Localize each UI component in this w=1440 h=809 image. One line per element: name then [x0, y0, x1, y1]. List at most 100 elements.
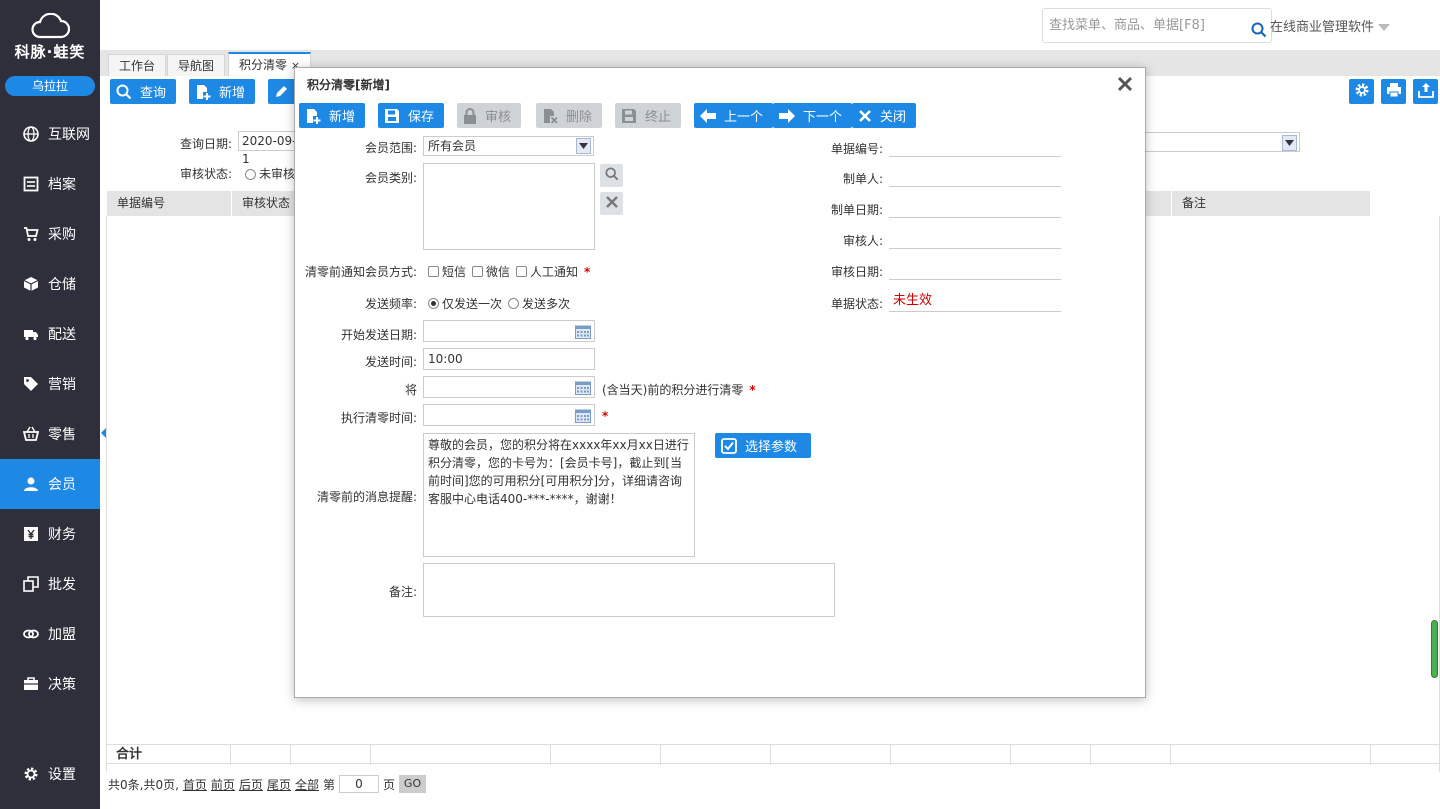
search-icon [604, 167, 619, 184]
send-time-input[interactable]: 10:00 [423, 348, 595, 370]
query-select[interactable] [1145, 132, 1300, 152]
query-button[interactable]: 查询 [110, 79, 177, 104]
member-type-search-button[interactable] [600, 164, 623, 187]
dialog-audit-button[interactable]: 审核 [457, 103, 522, 128]
sidebar-item-marketing[interactable]: 营销 [0, 359, 100, 409]
global-search-input[interactable]: 查找菜单、商品、单据[F8] [1042, 8, 1272, 43]
message-reminder-textarea[interactable]: 尊敬的会员，您的积分将在xxxx年xx月xx日进行积分清零，您的卡号为：[会员卡… [423, 433, 695, 557]
dialog-next-button[interactable]: 下一个 [773, 103, 853, 128]
sidebar-item-purchase[interactable]: 采购 [0, 209, 100, 259]
user-badge[interactable]: 乌拉拉 [5, 76, 95, 96]
dialog-delete-button[interactable]: 删除 [536, 103, 603, 128]
sidebar-item-archive[interactable]: 档案 [0, 159, 100, 209]
member-scope-select[interactable]: 所有会员 [423, 136, 594, 156]
scroll-handle[interactable] [1431, 620, 1438, 678]
dialog-stop-button[interactable]: 终止 [615, 103, 682, 128]
sidebar-item-storage[interactable]: 仓储 [0, 259, 100, 309]
logo: 科脉·蛙笑 [0, 0, 100, 72]
dialog-prev-button[interactable]: 上一个 [694, 103, 774, 128]
dialog-add-button[interactable]: 新增 [299, 103, 366, 128]
cart-icon [22, 225, 40, 243]
query-date-input[interactable]: 2020-09-1 [238, 131, 298, 166]
required-mark: * [584, 264, 591, 279]
remark-textarea[interactable] [423, 563, 835, 617]
sidebar-item-label: 仓储 [48, 277, 76, 293]
audit-status-radio[interactable]: 未审核 [245, 165, 295, 182]
sidebar-item-franchise[interactable]: 加盟 [0, 609, 100, 659]
tab-navigation[interactable]: 导航图 [167, 54, 226, 76]
pager-last-link[interactable]: 尾页 [267, 776, 291, 793]
pager-next-link[interactable]: 后页 [239, 776, 263, 793]
calendar-icon[interactable] [575, 380, 591, 401]
search-icon[interactable] [1251, 18, 1267, 51]
clear-before-date-input[interactable] [423, 376, 595, 398]
dialog-title: 积分清零[新增] [307, 78, 390, 92]
pager-page-input[interactable]: 0 [339, 775, 379, 793]
checkbox-manual[interactable] [516, 266, 528, 277]
summary-cell [371, 745, 551, 765]
sidebar-item-delivery[interactable]: 配送 [0, 309, 100, 359]
sidebar-item-label: 加盟 [48, 627, 76, 643]
box-icon [22, 275, 40, 293]
sidebar-item-finance[interactable]: 财务 [0, 509, 100, 559]
pager-first-link[interactable]: 首页 [183, 776, 207, 793]
search-icon [116, 84, 132, 100]
column-header-remark[interactable]: 备注 [1172, 191, 1371, 216]
sidebar-item-decision[interactable]: 决策 [0, 659, 100, 709]
calendar-icon[interactable] [575, 324, 591, 345]
printer-icon [1386, 82, 1402, 101]
archive-icon [22, 175, 40, 193]
send-frequency-group: 仅发送一次 发送多次 [428, 295, 576, 312]
print-button[interactable] [1381, 79, 1406, 104]
summary-cell [1011, 745, 1091, 765]
exec-clear-time-input[interactable] [423, 404, 595, 426]
doc-status-value: 未生效 [889, 290, 1061, 312]
add-label: 新增 [219, 86, 246, 101]
pager-prev-link[interactable]: 前页 [211, 776, 235, 793]
tab-workbench[interactable]: 工作台 [108, 54, 167, 76]
export-button[interactable] [1413, 79, 1438, 104]
summary-cell [551, 745, 661, 765]
settings-button[interactable] [1349, 79, 1374, 104]
sidebar-item-label: 财务 [48, 527, 76, 543]
required-mark: * [602, 409, 609, 423]
radio-once[interactable] [428, 298, 439, 309]
column-header-audit-status[interactable]: 审核状态 [232, 191, 296, 216]
column-header-doc-no[interactable]: 单据编号 [107, 191, 232, 216]
checkbox-wechat[interactable] [472, 266, 484, 277]
dialog-close-icon[interactable] [1117, 76, 1133, 95]
creator-field [889, 165, 1061, 187]
notify-method-group: 短信 微信 人工通知 * [428, 263, 590, 280]
pager-go-button[interactable]: GO [399, 775, 427, 793]
sidebar-item-settings[interactable]: 设置 [0, 749, 100, 799]
tab-label: 导航图 [178, 59, 215, 73]
add-button[interactable]: 新增 [189, 79, 256, 104]
calendar-icon[interactable] [575, 408, 591, 429]
message-reminder-label: 清零前的消息提醒: [316, 490, 417, 504]
pager-all-link[interactable]: 全部 [295, 776, 319, 793]
sidebar-item-member[interactable]: 会员 [0, 459, 100, 509]
sidebar-item-label: 档案 [48, 177, 76, 193]
doc-status-label: 单据状态: [830, 297, 883, 311]
collapse-sidebar-icon[interactable] [101, 428, 106, 438]
sidebar-item-internet[interactable]: 互联网 [0, 109, 100, 159]
column-header-hidden[interactable] [1147, 191, 1172, 216]
start-send-date-input[interactable] [423, 320, 595, 342]
sidebar-item-retail[interactable]: 零售 [0, 409, 100, 459]
dialog-close-button[interactable]: 关闭 [852, 103, 917, 128]
dialog-save-button[interactable]: 保存 [378, 103, 445, 128]
checkbox-sms[interactable] [428, 266, 439, 277]
select-param-button[interactable]: 选择参数 [715, 433, 812, 458]
edit-button[interactable] [268, 79, 296, 104]
summary-cell [1091, 745, 1171, 765]
summary-cell [661, 745, 771, 765]
sidebar-item-wholesale[interactable]: 批发 [0, 559, 100, 609]
dialog-audit-label: 审核 [485, 110, 512, 125]
top-bar: 查找菜单、商品、单据[F8] 在线商业管理软件 [100, 0, 1440, 50]
radio-multiple[interactable] [508, 298, 520, 309]
member-type-clear-button[interactable] [600, 192, 623, 215]
app-title-dropdown[interactable]: 在线商业管理软件 [1270, 16, 1391, 35]
member-type-list[interactable] [423, 163, 595, 250]
remark-label: 备注: [388, 585, 417, 599]
arrow-left-icon [700, 108, 716, 123]
